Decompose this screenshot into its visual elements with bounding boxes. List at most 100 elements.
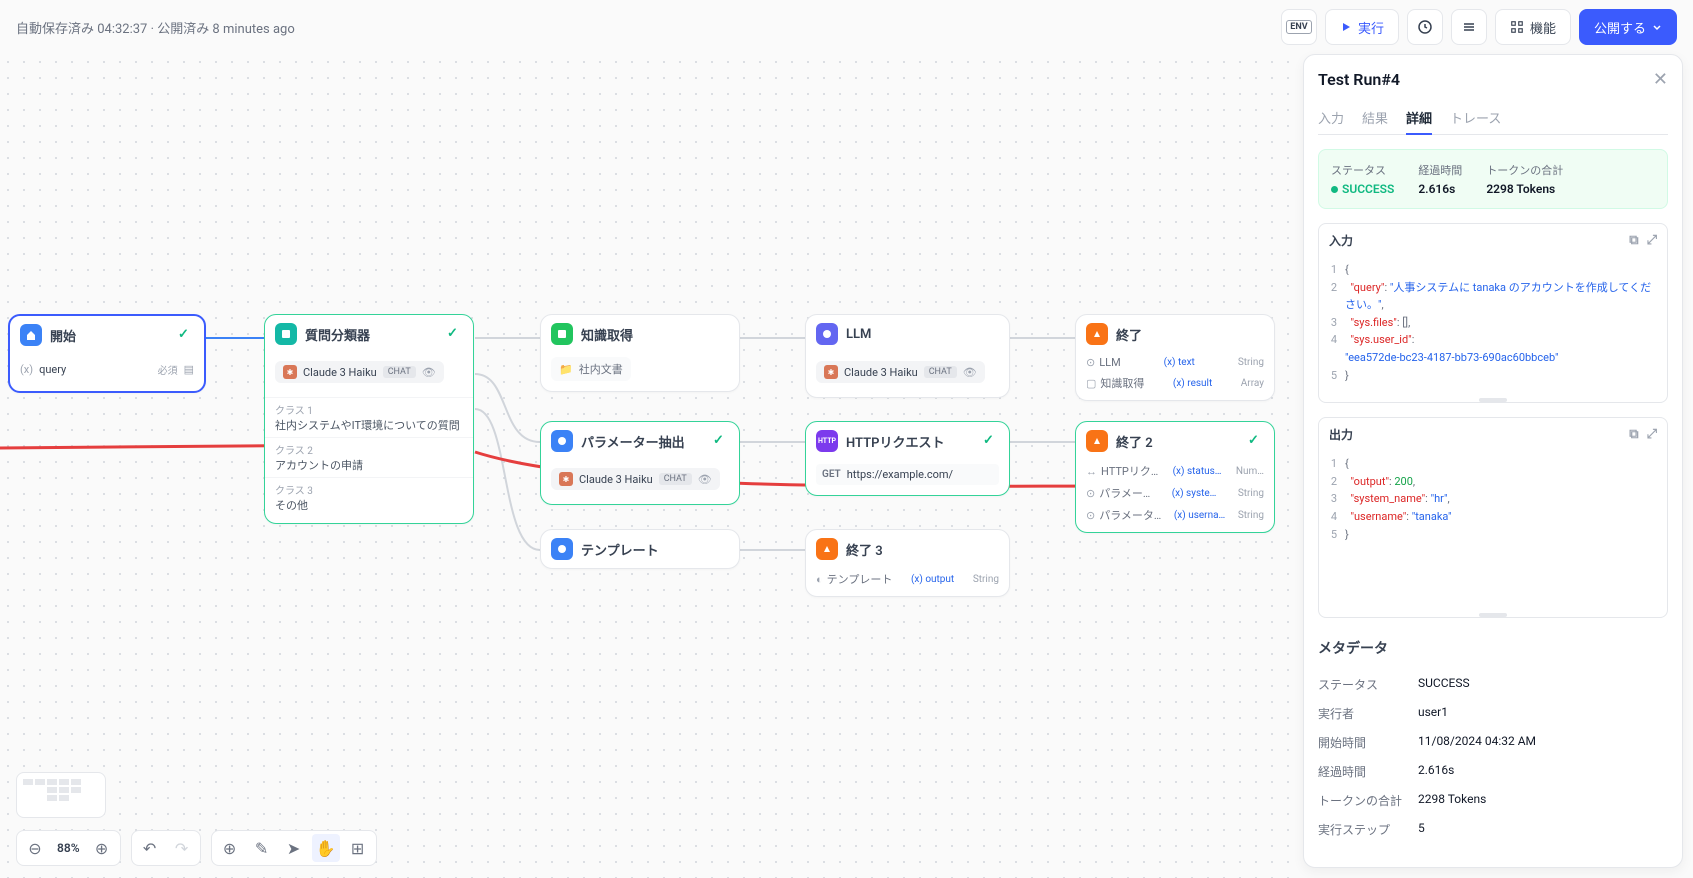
folder-icon: 📁 bbox=[559, 363, 573, 376]
minimap[interactable] bbox=[16, 772, 106, 818]
node-parameter-extraction[interactable]: パラメーター抽出 ✓ ✱ Claude 3 Haiku CHAT 👁 bbox=[540, 421, 740, 505]
end-icon bbox=[1086, 430, 1108, 452]
autosave-status: 自動保存済み 04:32:37 · 公開済み 8 minutes ago bbox=[16, 18, 295, 37]
expand-button[interactable]: ⤢ bbox=[1647, 233, 1657, 248]
env-button[interactable]: ENV bbox=[1281, 9, 1317, 45]
branch-icon bbox=[275, 323, 297, 345]
chevron-down-icon bbox=[1652, 22, 1662, 32]
node-title: 終了 3 bbox=[846, 540, 883, 559]
input-code-block: 入力 ⧉ ⤢ 1{ 2 "query": "人事システムに tanaka のアカウ… bbox=[1318, 223, 1668, 403]
metadata-title: メタデータ bbox=[1318, 638, 1668, 658]
resize-handle[interactable] bbox=[1479, 398, 1507, 402]
close-button[interactable]: ✕ bbox=[1653, 69, 1668, 90]
check-icon: ✓ bbox=[983, 433, 999, 449]
code-block-title: 出力 bbox=[1329, 426, 1353, 443]
copy-button[interactable]: ⧉ bbox=[1629, 427, 1638, 442]
anthropic-icon: ✱ bbox=[559, 472, 573, 486]
required-label: 必須 bbox=[158, 362, 178, 377]
schedule-button[interactable] bbox=[1407, 9, 1443, 45]
panel-tabs: 入力 結果 詳細 トレース bbox=[1318, 102, 1668, 135]
settings-list-button[interactable] bbox=[1451, 9, 1487, 45]
end-icon bbox=[816, 538, 838, 560]
http-method: GET bbox=[822, 469, 841, 480]
add-node-button[interactable]: ⊕ bbox=[216, 834, 244, 862]
note-button[interactable]: ✎ bbox=[248, 834, 276, 862]
code-body[interactable]: 1{ 2 "query": "人事システムに tanaka のアカウントを作成し… bbox=[1319, 257, 1667, 394]
home-icon bbox=[20, 324, 42, 346]
check-icon: ✓ bbox=[447, 326, 463, 342]
node-http-request[interactable]: HTTP HTTPリクエスト ✓ GET https://example.com… bbox=[805, 421, 1010, 496]
check-icon: ✓ bbox=[178, 327, 194, 343]
run-button[interactable]: 実行 bbox=[1325, 9, 1399, 45]
resize-handle[interactable] bbox=[1479, 613, 1507, 617]
node-title: テンプレート bbox=[581, 540, 659, 559]
http-icon: HTTP bbox=[816, 430, 838, 452]
node-start[interactable]: 開始 ✓ (x) query 必須 ▤ bbox=[8, 314, 206, 393]
class-2: クラス 2アカウントの申請 bbox=[265, 437, 473, 477]
collapse-icon: ▤ bbox=[184, 363, 194, 376]
code-block-title: 入力 bbox=[1329, 232, 1353, 249]
class-3: クラス 3その他 bbox=[265, 477, 473, 517]
node-knowledge[interactable]: 知識取得 📁社内文書 bbox=[540, 314, 740, 392]
panel-title: Test Run#4 bbox=[1318, 70, 1400, 89]
workflow-canvas[interactable]: 開始 ✓ (x) query 必須 ▤ 質問分類器 ✓ ✱ Claude 3 H… bbox=[0, 54, 1303, 878]
node-classifier[interactable]: 質問分類器 ✓ ✱ Claude 3 Haiku CHAT 👁 クラス 1社内シ… bbox=[264, 314, 474, 524]
node-title: 質問分類器 bbox=[305, 325, 370, 344]
tab-trace[interactable]: トレース bbox=[1450, 102, 1501, 134]
param-row: ↔HTTPリク…(x) status…Num… bbox=[1076, 460, 1274, 482]
zoom-controls: ⊖ 88% ⊕ bbox=[16, 830, 121, 866]
pointer-button[interactable]: ➤ bbox=[280, 834, 308, 862]
anthropic-icon: ✱ bbox=[283, 365, 297, 379]
tab-detail[interactable]: 詳細 bbox=[1406, 102, 1432, 135]
status-card: ステータス SUCCESS 経過時間 2.616s トークンの合計 2298 T… bbox=[1318, 149, 1668, 209]
node-title: 知識取得 bbox=[581, 325, 633, 344]
template-icon bbox=[551, 538, 573, 560]
grid-icon bbox=[1510, 20, 1524, 34]
node-end-2[interactable]: 終了 2 ✓ ↔HTTPリク…(x) status…Num… ⊙パラメー…(x)… bbox=[1075, 421, 1275, 533]
output-code-block: 出力 ⧉ ⤢ 1{ 2 "output": 200, 3 "system_name… bbox=[1318, 417, 1668, 618]
eye-icon: 👁 bbox=[698, 473, 712, 486]
doc-chip: 📁社内文書 bbox=[551, 357, 631, 381]
node-llm[interactable]: LLM ✱ Claude 3 Haiku CHAT 👁 bbox=[805, 314, 1010, 398]
model-chip: ✱ Claude 3 Haiku CHAT 👁 bbox=[551, 468, 720, 490]
zoom-in-button[interactable]: ⊕ bbox=[88, 834, 116, 862]
undo-button[interactable]: ↶ bbox=[136, 834, 164, 862]
node-end-3[interactable]: 終了 3 ◐テンプレート(x) outputString bbox=[805, 529, 1010, 597]
play-icon bbox=[1340, 21, 1352, 33]
node-template[interactable]: テンプレート bbox=[540, 529, 740, 569]
param-row: ⊙パラメータ…(x) userna…String bbox=[1076, 504, 1274, 526]
check-icon: ✓ bbox=[713, 433, 729, 449]
param-row: ⊙パラメー…(x) syste…String bbox=[1076, 482, 1274, 504]
param-row: ▢知識取得(x) resultArray bbox=[1076, 372, 1274, 394]
clock-icon bbox=[1417, 19, 1433, 35]
param-row: ⊙LLM(x) textString bbox=[1076, 353, 1274, 372]
book-icon bbox=[551, 323, 573, 345]
topbar-actions: ENV 実行 機能 公開する bbox=[1281, 9, 1677, 45]
code-body[interactable]: 1{ 2 "output": 200, 3 "system_name": "hr… bbox=[1319, 451, 1667, 553]
sliders-icon bbox=[1461, 19, 1477, 35]
copy-button[interactable]: ⧉ bbox=[1629, 233, 1638, 248]
tab-input[interactable]: 入力 bbox=[1318, 102, 1344, 134]
organize-button[interactable]: ⊞ bbox=[344, 834, 372, 862]
hand-button[interactable]: ✋ bbox=[312, 834, 340, 862]
topbar: 自動保存済み 04:32:37 · 公開済み 8 minutes ago ENV… bbox=[0, 0, 1693, 54]
expand-button[interactable]: ⤢ bbox=[1647, 427, 1657, 442]
test-run-panel: Test Run#4 ✕ 入力 結果 詳細 トレース ステータス SUCCESS… bbox=[1303, 54, 1683, 868]
redo-button[interactable]: ↷ bbox=[168, 834, 196, 862]
features-button[interactable]: 機能 bbox=[1495, 9, 1571, 45]
node-title: 終了 bbox=[1116, 325, 1142, 344]
status-dot-icon bbox=[1331, 186, 1338, 193]
node-end-1[interactable]: 終了 ⊙LLM(x) textString ▢知識取得(x) resultArr… bbox=[1075, 314, 1275, 401]
zoom-out-button[interactable]: ⊖ bbox=[21, 834, 49, 862]
node-title: 終了 2 bbox=[1116, 432, 1153, 451]
tool-controls: ⊕ ✎ ➤ ✋ ⊞ bbox=[211, 830, 377, 866]
extract-icon bbox=[551, 430, 573, 452]
model-chip: ✱ Claude 3 Haiku CHAT 👁 bbox=[816, 361, 985, 383]
publish-button[interactable]: 公開する bbox=[1579, 9, 1677, 45]
model-chip: ✱ Claude 3 Haiku CHAT 👁 bbox=[275, 361, 444, 383]
anthropic-icon: ✱ bbox=[824, 365, 838, 379]
tab-result[interactable]: 結果 bbox=[1362, 102, 1388, 134]
metadata-section: メタデータ ステータスSUCCESS 実行者user1 開始時間11/08/20… bbox=[1318, 638, 1668, 844]
llm-icon bbox=[816, 323, 838, 345]
eye-icon: 👁 bbox=[963, 366, 977, 379]
